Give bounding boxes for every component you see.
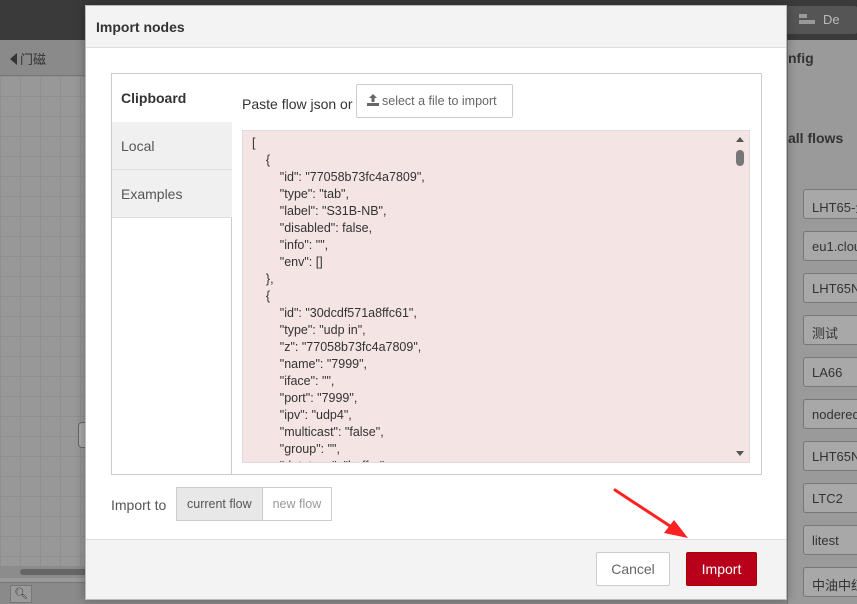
json-textarea[interactable]: [ { "id": "77058b73fc4a7809", "type": "t… (242, 130, 750, 463)
sidebar: nfig all flows LHT65-元 eu1.clou LHT65N 测… (787, 40, 857, 604)
json-content[interactable]: [ { "id": "77058b73fc4a7809", "type": "t… (252, 135, 425, 462)
paste-flow-label: Paste flow json or (242, 96, 353, 112)
import-target-toggle: current flow new flow (176, 487, 333, 521)
dialog-title: Import nodes (96, 19, 185, 35)
scroll-down-icon[interactable] (736, 451, 744, 456)
dialog-footer: Cancel Import (86, 539, 786, 599)
deploy-label: De (823, 12, 840, 27)
sidebar-title: nfig (788, 50, 814, 66)
sidebar-flow-item[interactable]: LTC2 (803, 483, 857, 513)
dialog-titlebar: Import nodes (86, 6, 786, 48)
cancel-button[interactable]: Cancel (596, 552, 670, 586)
current-flow-button[interactable]: current flow (176, 487, 262, 521)
sidebar-subtitle: all flows (788, 130, 844, 146)
sidebar-flow-item[interactable]: LHT65-元 (803, 189, 857, 219)
import-dialog: Import nodes Clipboard Local Examples Pa… (85, 5, 787, 600)
import-button[interactable]: Import (686, 552, 757, 586)
sidebar-flow-item[interactable]: nodered (803, 399, 857, 429)
sidebar-flow-item[interactable]: LA66 (803, 357, 857, 387)
import-to-label: Import to (111, 497, 167, 513)
scrollbar-thumb[interactable] (736, 150, 744, 166)
tabs-scroll-left-icon[interactable] (10, 53, 17, 65)
sidebar-flow-item[interactable]: eu1.clou (803, 231, 857, 261)
sidebar-flow-item[interactable]: LHT65N (803, 441, 857, 471)
select-file-button[interactable]: select a file to import (356, 84, 513, 118)
editor-scrollbar[interactable] (732, 131, 749, 462)
sidebar-flow-item[interactable]: LHT65N (803, 273, 857, 303)
deploy-button[interactable]: De (787, 6, 857, 34)
workspace-tab-label: 门磁 (20, 52, 47, 67)
select-file-label: select a file to import (382, 94, 497, 108)
tab-examples[interactable]: Examples (112, 170, 232, 218)
scrollbar-thumb[interactable] (20, 569, 90, 575)
sidebar-flow-item[interactable]: litest (803, 525, 857, 555)
sidebar-flow-item[interactable]: 测试 (803, 315, 857, 345)
sidebar-flow-item[interactable]: 中油中红 (803, 567, 857, 597)
deploy-icon (799, 14, 815, 26)
tab-local[interactable]: Local (112, 122, 232, 170)
scroll-up-icon[interactable] (736, 137, 744, 142)
upload-icon (367, 94, 379, 106)
import-panel: Clipboard Local Examples Paste flow json… (111, 73, 762, 475)
tab-clipboard[interactable]: Clipboard (112, 74, 232, 122)
search-icon[interactable]: 🔍︎ (10, 585, 32, 603)
new-flow-button[interactable]: new flow (261, 487, 333, 521)
source-tabs: Clipboard Local Examples (112, 74, 232, 474)
